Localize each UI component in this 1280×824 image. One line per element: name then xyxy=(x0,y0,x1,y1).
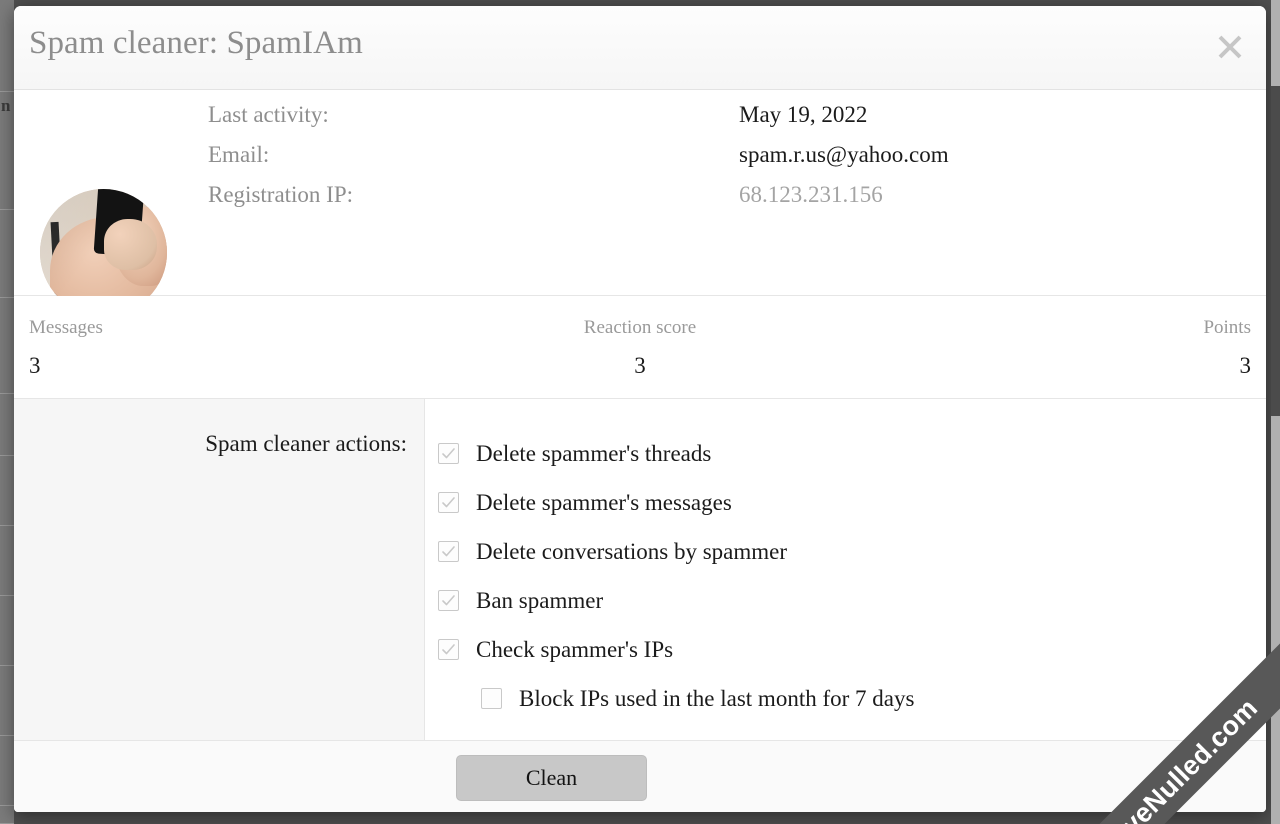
option-check-ips[interactable]: Check spammer's IPs xyxy=(438,625,1266,674)
field-registration-ip: Registration IP: 68.123.231.156 xyxy=(208,182,1208,222)
stat-value: 3 xyxy=(1239,353,1251,379)
option-label: Ban spammer xyxy=(476,588,603,614)
option-label: Check spammer's IPs xyxy=(476,637,673,663)
background-table-row xyxy=(0,456,14,526)
field-label: Email: xyxy=(208,142,269,168)
actions-legend: Spam cleaner actions: xyxy=(205,431,407,457)
clean-button[interactable]: Clean xyxy=(456,755,647,801)
field-last-activity: Last activity: May 19, 2022 xyxy=(208,102,1208,142)
stat-messages: Messages 3 xyxy=(29,317,436,379)
field-label: Last activity: xyxy=(208,102,329,128)
stats-section: Messages 3 Reaction score 3 Points 3 xyxy=(14,296,1266,399)
background-table-row xyxy=(0,526,14,596)
field-value: 68.123.231.156 xyxy=(739,182,883,208)
background-table-row xyxy=(0,298,14,394)
checkbox-checked-icon[interactable] xyxy=(438,443,459,464)
background-partial-text: n xyxy=(1,96,10,116)
stat-label: Messages xyxy=(29,317,103,339)
page-scrollbar-thumb[interactable] xyxy=(1271,86,1280,416)
option-block-ips[interactable]: Block IPs used in the last month for 7 d… xyxy=(438,674,1266,723)
dialog-title: Spam cleaner: SpamIAm xyxy=(29,25,363,62)
actions-options-column: Delete spammer's threads Delete spammer'… xyxy=(425,399,1266,740)
checkbox-checked-icon[interactable] xyxy=(438,541,459,562)
option-label: Delete spammer's messages xyxy=(476,490,732,516)
option-label: Delete spammer's threads xyxy=(476,441,711,467)
background-page xyxy=(0,0,14,824)
actions-legend-column: Spam cleaner actions: xyxy=(14,399,425,740)
stat-points: Points 3 xyxy=(844,317,1251,379)
checkbox-checked-icon[interactable] xyxy=(438,590,459,611)
stat-label: Points xyxy=(1203,317,1251,339)
option-delete-threads[interactable]: Delete spammer's threads xyxy=(438,429,1266,478)
actions-section: Spam cleaner actions: Delete spammer's t… xyxy=(14,399,1266,741)
stat-value: 3 xyxy=(29,353,41,379)
field-value: spam.r.us@yahoo.com xyxy=(739,142,949,168)
checkbox-checked-icon[interactable] xyxy=(438,639,459,660)
option-delete-conversations[interactable]: Delete conversations by spammer xyxy=(438,527,1266,576)
field-email: Email: spam.r.us@yahoo.com xyxy=(208,142,1208,182)
option-label: Block IPs used in the last month for 7 d… xyxy=(519,686,914,712)
background-table-rows xyxy=(0,0,14,824)
background-table-row xyxy=(0,736,14,806)
background-table-row xyxy=(0,394,14,456)
option-delete-messages[interactable]: Delete spammer's messages xyxy=(438,478,1266,527)
field-value: May 19, 2022 xyxy=(739,102,867,128)
checkbox-unchecked-icon[interactable] xyxy=(481,688,502,709)
background-table-row xyxy=(0,806,14,824)
stat-label: Reaction score xyxy=(584,317,696,339)
background-table-row xyxy=(0,666,14,736)
background-table-row xyxy=(0,596,14,666)
dialog-header: Spam cleaner: SpamIAm xyxy=(14,6,1266,90)
option-ban-spammer[interactable]: Ban spammer xyxy=(438,576,1266,625)
dialog-footer: Clean xyxy=(14,741,1266,812)
option-label: Delete conversations by spammer xyxy=(476,539,787,565)
stat-reaction-score: Reaction score 3 xyxy=(436,317,843,379)
field-label: Registration IP: xyxy=(208,182,353,208)
profile-section: Last activity: May 19, 2022 Email: spam.… xyxy=(14,90,1266,296)
background-table-row xyxy=(0,210,14,298)
stat-value: 3 xyxy=(634,353,646,379)
background-table-row xyxy=(0,0,14,92)
checkbox-checked-icon[interactable] xyxy=(438,492,459,513)
spam-cleaner-dialog: Spam cleaner: SpamIAm Last activity: May… xyxy=(14,6,1266,812)
close-icon[interactable] xyxy=(1206,23,1254,71)
